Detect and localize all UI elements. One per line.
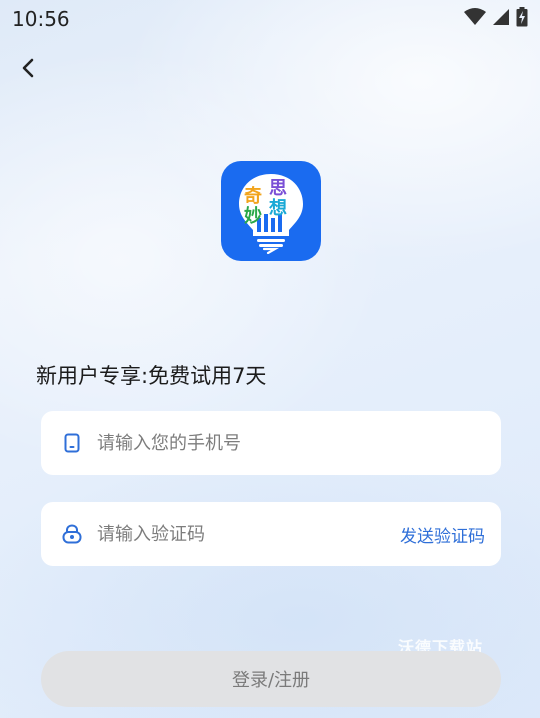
signal-icon	[492, 8, 510, 30]
phone-icon	[61, 432, 83, 454]
status-bar: 10:56	[0, 0, 540, 38]
app-logo: 奇 思 妙 想	[221, 161, 321, 261]
phone-input[interactable]	[97, 432, 485, 454]
logo-char-3: 妙	[244, 205, 262, 227]
status-icons	[464, 7, 528, 31]
logo-char-4: 想	[269, 197, 287, 219]
background	[0, 0, 540, 718]
lightbulb-logo-icon: 奇 思 妙 想	[239, 174, 303, 254]
login-register-button[interactable]: 登录/注册	[41, 651, 501, 707]
logo-char-2: 思	[269, 178, 287, 199]
battery-charging-icon	[516, 7, 528, 31]
promo-text: 新用户专享:免费试用7天	[36, 364, 267, 388]
wifi-icon	[464, 8, 486, 30]
status-time: 10:56	[12, 7, 70, 31]
send-code-button[interactable]: 发送验证码	[400, 522, 485, 547]
logo-char-1: 奇	[244, 185, 262, 207]
chevron-left-icon	[21, 58, 35, 82]
lock-icon	[61, 523, 83, 545]
back-button[interactable]	[14, 56, 42, 84]
verification-code-input[interactable]	[97, 523, 400, 545]
code-field[interactable]: 发送验证码	[41, 502, 501, 566]
phone-field[interactable]	[41, 411, 501, 475]
